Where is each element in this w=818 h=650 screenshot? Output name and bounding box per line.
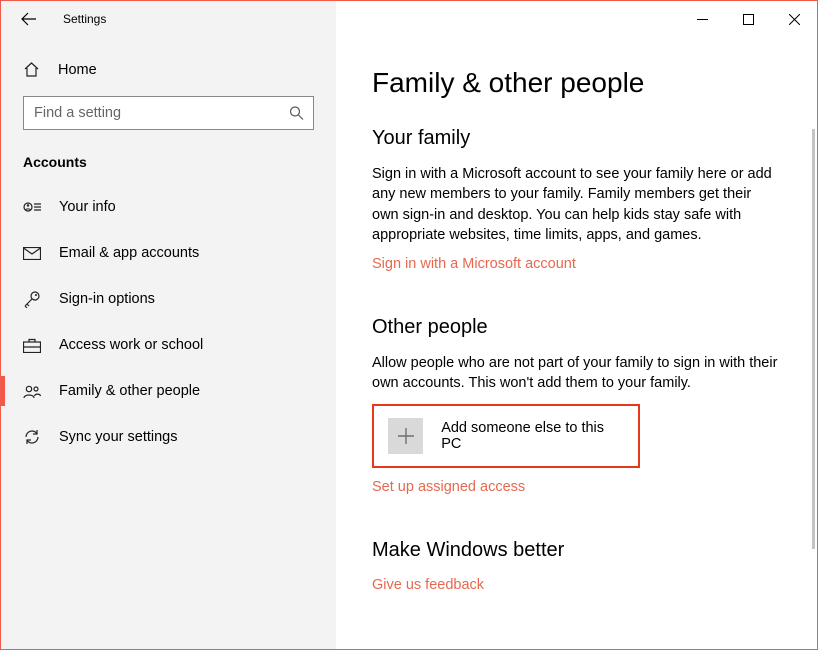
plus-icon bbox=[388, 418, 423, 454]
nav-list: Your info Email & app accounts Sign-in o… bbox=[9, 184, 328, 460]
section-family: Your family Sign in with a Microsoft acc… bbox=[372, 127, 781, 302]
nav-your-info[interactable]: Your info bbox=[9, 184, 328, 230]
family-heading: Your family bbox=[372, 127, 781, 150]
briefcase-icon bbox=[23, 336, 41, 354]
email-icon bbox=[23, 244, 41, 262]
nav-family-other-people[interactable]: Family & other people bbox=[9, 368, 328, 414]
nav-item-label: Email & app accounts bbox=[59, 245, 199, 261]
back-button[interactable] bbox=[19, 9, 39, 29]
titlebar-left: Settings bbox=[1, 1, 336, 37]
home-nav[interactable]: Home bbox=[9, 51, 328, 88]
other-body: Allow people who are not part of your fa… bbox=[372, 353, 781, 394]
section-label: Accounts bbox=[9, 148, 328, 184]
home-label: Home bbox=[58, 62, 97, 78]
content-area: Family & other people Your family Sign i… bbox=[336, 37, 817, 649]
nav-email-accounts[interactable]: Email & app accounts bbox=[9, 230, 328, 276]
people-icon bbox=[23, 382, 41, 400]
nav-access-work-school[interactable]: Access work or school bbox=[9, 322, 328, 368]
sync-icon bbox=[23, 428, 41, 446]
arrow-left-icon bbox=[20, 10, 38, 28]
family-body: Sign in with a Microsoft account to see … bbox=[372, 164, 781, 245]
home-icon bbox=[23, 61, 40, 78]
nav-item-label: Sign-in options bbox=[59, 291, 155, 307]
minimize-button[interactable] bbox=[679, 1, 725, 37]
nav-item-label: Your info bbox=[59, 199, 116, 215]
assigned-access-link[interactable]: Set up assigned access bbox=[372, 479, 525, 495]
close-button[interactable] bbox=[771, 1, 817, 37]
other-heading: Other people bbox=[372, 316, 781, 339]
settings-window: Settings Home bbox=[0, 0, 818, 650]
page-title: Family & other people bbox=[372, 67, 781, 99]
signin-ms-account-link[interactable]: Sign in with a Microsoft account bbox=[372, 256, 576, 272]
section-feedback: Make Windows better Give us feedback bbox=[372, 539, 781, 593]
nav-sync-settings[interactable]: Sync your settings bbox=[9, 414, 328, 460]
feedback-link[interactable]: Give us feedback bbox=[372, 577, 484, 593]
section-other-people: Other people Allow people who are not pa… bbox=[372, 316, 781, 525]
scrollbar[interactable] bbox=[812, 129, 815, 549]
minimize-icon bbox=[697, 14, 708, 25]
add-someone-button[interactable]: Add someone else to this PC bbox=[372, 404, 640, 468]
feedback-heading: Make Windows better bbox=[372, 539, 781, 562]
search-input[interactable] bbox=[23, 96, 314, 130]
close-icon bbox=[789, 14, 800, 25]
search-wrap bbox=[23, 96, 314, 130]
sidebar: Home Accounts Your info bbox=[1, 37, 336, 649]
maximize-button[interactable] bbox=[725, 1, 771, 37]
titlebar: Settings bbox=[1, 1, 817, 37]
key-icon bbox=[23, 290, 41, 308]
your-info-icon bbox=[23, 198, 41, 216]
window-title: Settings bbox=[63, 12, 106, 26]
nav-item-label: Sync your settings bbox=[59, 429, 177, 445]
nav-item-label: Access work or school bbox=[59, 337, 203, 353]
nav-item-label: Family & other people bbox=[59, 383, 200, 399]
add-someone-label: Add someone else to this PC bbox=[441, 420, 624, 452]
maximize-icon bbox=[743, 14, 754, 25]
window-controls bbox=[336, 1, 817, 37]
nav-signin-options[interactable]: Sign-in options bbox=[9, 276, 328, 322]
window-body: Home Accounts Your info bbox=[1, 37, 817, 649]
